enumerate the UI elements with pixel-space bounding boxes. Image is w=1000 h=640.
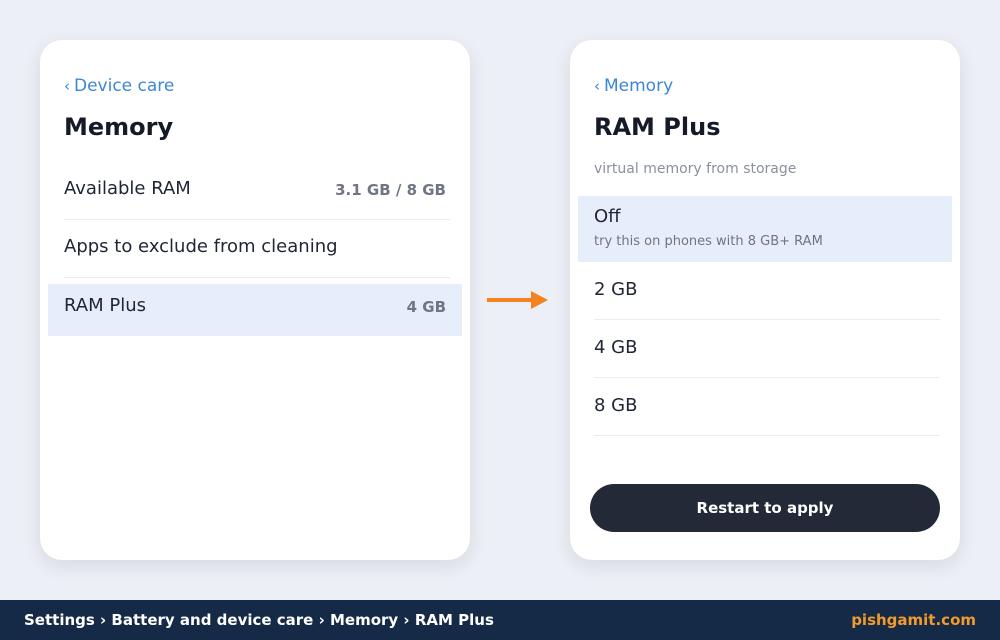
back-link-memory[interactable]: ‹ Memory — [594, 75, 673, 97]
list-item-available-ram[interactable]: Available RAM 3.1 GB / 8 GB — [48, 164, 462, 220]
list-item-label: Apps to exclude from cleaning — [64, 236, 338, 257]
option-4gb[interactable]: 4 GB — [578, 320, 952, 378]
page-title: Memory — [64, 113, 174, 141]
page-title: RAM Plus — [594, 113, 721, 141]
arrow-right-icon — [487, 291, 548, 309]
option-label: Off — [594, 206, 621, 227]
option-label: 2 GB — [594, 279, 638, 300]
divider — [64, 277, 450, 278]
list-item-ram-plus[interactable]: RAM Plus 4 GB — [48, 284, 462, 336]
restart-to-apply-button[interactable]: Restart to apply — [590, 484, 940, 532]
list-item-exclude-apps[interactable]: Apps to exclude from cleaning — [48, 222, 462, 278]
option-off[interactable]: Off try this on phones with 8 GB+ RAM — [578, 196, 952, 262]
list-item-label: RAM Plus — [64, 295, 146, 316]
list-item-value: 4 GB — [406, 298, 446, 316]
list-item-value: 3.1 GB / 8 GB — [335, 181, 446, 199]
breadcrumb: Settings › Battery and device care › Mem… — [24, 611, 494, 629]
list-item-label: Available RAM — [64, 178, 191, 199]
back-link-device-care[interactable]: ‹ Device care — [64, 75, 174, 97]
page-subtitle: virtual memory from storage — [594, 161, 797, 177]
option-label: 8 GB — [594, 395, 638, 416]
back-link-label: Memory — [604, 76, 674, 96]
memory-screen-card: ‹ Device care Memory Available RAM 3.1 GB… — [40, 40, 470, 560]
option-8gb[interactable]: 8 GB — [578, 378, 952, 436]
brand-watermark: pishgamit.com — [851, 611, 976, 629]
chevron-left-icon: ‹ — [594, 77, 600, 95]
chevron-left-icon: ‹ — [64, 77, 70, 95]
divider — [594, 435, 940, 436]
footer-bar: Settings › Battery and device care › Mem… — [0, 600, 1000, 640]
ram-plus-screen-card: ‹ Memory RAM Plus virtual memory from sto… — [570, 40, 960, 560]
option-label: 4 GB — [594, 337, 638, 358]
option-2gb[interactable]: 2 GB — [578, 262, 952, 320]
divider — [64, 219, 450, 220]
option-hint: try this on phones with 8 GB+ RAM — [594, 234, 823, 249]
back-link-label: Device care — [74, 76, 175, 96]
